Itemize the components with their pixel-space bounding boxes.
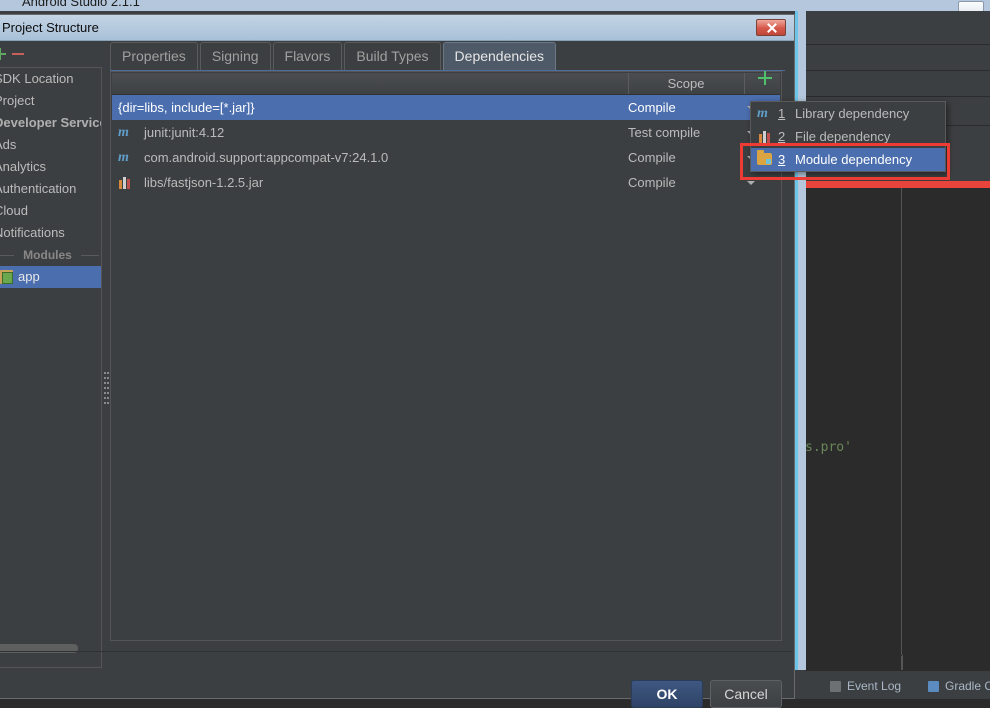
dialog-title: Project Structure — [2, 20, 99, 35]
event-log-label[interactable]: Event Log — [847, 679, 901, 693]
ide-title: Android Studio 2.1.1 — [22, 0, 140, 9]
menu-item-mnemonic: 1 — [778, 106, 786, 121]
menu-item-module-dependency[interactable]: 3 Module dependency — [751, 148, 945, 171]
menu-item-file-dependency[interactable]: 2 File dependency — [751, 125, 945, 148]
menu-item-mnemonic: 2 — [778, 129, 786, 144]
dependency-scope-value: Compile — [628, 150, 676, 165]
plus-icon[interactable] — [0, 48, 6, 60]
dialog-title-bar: Project Structure — [0, 15, 794, 41]
dependency-scope-value: Compile — [628, 100, 676, 115]
sidebar-group-modules: Modules — [0, 244, 101, 266]
tab-dependencies[interactable]: Dependencies — [442, 42, 557, 70]
tab-flavors[interactable]: Flavors — [272, 42, 343, 70]
gradle-console-icon — [928, 681, 939, 692]
dependencies-table: Scope {dir=libs, include=[*.jar]} Compil… — [110, 71, 782, 641]
project-structure-dialog: Project Structure SDK Location Project D… — [0, 14, 795, 708]
menu-item-library-dependency[interactable]: m 1 Library dependency — [751, 102, 945, 125]
dependency-name: {dir=libs, include=[*.jar]} — [112, 95, 628, 120]
table-header-row: Scope — [112, 71, 781, 95]
menu-item-mnemonic: 3 — [778, 152, 786, 167]
table-row[interactable]: m com.android.support:appcompat-v7:24.1.… — [112, 145, 780, 170]
sidebar-item-project[interactable]: Project — [0, 90, 101, 112]
maven-icon: m — [118, 150, 129, 165]
plus-icon — [758, 71, 772, 85]
tab-signing[interactable]: Signing — [199, 42, 271, 70]
close-icon[interactable] — [756, 19, 786, 36]
sidebar-item-cloud[interactable]: Cloud — [0, 200, 101, 222]
dependency-name-cell: m junit:junit:4.12 — [112, 120, 628, 145]
sidebar-list: SDK Location Project Developer Services … — [0, 68, 101, 648]
sidebar-item-app-module[interactable]: app — [0, 266, 101, 288]
library-icon — [757, 129, 773, 144]
ide-status-bar: Event Log Gradle C — [805, 670, 990, 699]
sidebar-item-sdk-location[interactable]: SDK Location — [0, 68, 101, 90]
dialog-content: Properties Signing Flavors Build Types D… — [110, 41, 792, 698]
tab-properties[interactable]: Properties — [110, 42, 198, 70]
ide-tab-strip-2 — [805, 71, 990, 97]
minus-icon[interactable] — [12, 53, 24, 55]
ide-toolbar — [805, 11, 990, 45]
ide-panel-divider — [902, 655, 903, 671]
dependency-scope-cell[interactable]: Compile — [628, 170, 780, 195]
table-row[interactable]: libs/fastjson-1.2.5.jar Compile — [112, 170, 780, 195]
sidebar-item-analytics[interactable]: Analytics — [0, 156, 101, 178]
tab-build-types[interactable]: Build Types — [344, 42, 441, 70]
dependency-name-cell: libs/fastjson-1.2.5.jar — [112, 170, 628, 195]
sidebar-item-ads[interactable]: Ads — [0, 134, 101, 156]
column-header-scope[interactable]: Scope — [628, 73, 743, 94]
chevron-down-icon[interactable] — [747, 181, 755, 185]
dependency-name: junit:junit:4.12 — [144, 125, 225, 140]
menu-item-label: Library dependency — [795, 106, 910, 121]
splitter-grip-icon — [104, 372, 109, 408]
library-icon — [118, 175, 133, 190]
sidebar-toolbar — [0, 41, 102, 67]
dependency-scope-value: Test compile — [628, 125, 701, 140]
dependency-name: com.android.support:appcompat-v7:24.1.0 — [144, 150, 389, 165]
dialog-splitter[interactable] — [103, 67, 110, 668]
column-header-name[interactable] — [112, 73, 627, 94]
menu-item-label: Module dependency — [795, 152, 913, 167]
sidebar-item-notifications[interactable]: Notifications — [0, 222, 101, 244]
menu-item-label: File dependency — [795, 129, 891, 144]
sidebar-item-developer-services[interactable]: Developer Services — [0, 112, 101, 134]
android-module-icon — [0, 270, 13, 284]
add-dependency-button[interactable] — [744, 71, 781, 94]
maven-icon: m — [118, 125, 129, 140]
ide-tab-strip — [805, 45, 990, 71]
table-row[interactable]: m junit:junit:4.12 Test compile — [112, 120, 780, 145]
footer-divider — [0, 651, 792, 652]
add-dependency-menu: m 1 Library dependency 2 File dependency… — [750, 101, 946, 172]
dependency-name: libs/fastjson-1.2.5.jar — [144, 175, 264, 190]
ide-tool-window-splitter — [805, 655, 990, 656]
minimize-icon[interactable] — [958, 1, 984, 11]
ok-button[interactable]: OK — [631, 680, 703, 708]
dependency-scope-value: Compile — [628, 175, 676, 190]
ide-title-bar: Android Studio 2.1.1 — [0, 0, 990, 11]
table-row[interactable]: {dir=libs, include=[*.jar]} Compile — [112, 95, 780, 120]
editor-code-text: s.pro' — [805, 440, 852, 455]
module-folder-icon — [757, 150, 772, 165]
sidebar-item-app-label: app — [18, 269, 40, 284]
dialog-body: SDK Location Project Developer Services … — [0, 41, 794, 708]
ide-error-stripe — [806, 181, 990, 188]
dependency-name-cell: m com.android.support:appcompat-v7:24.1.… — [112, 145, 628, 170]
sidebar-item-authentication[interactable]: Authentication — [0, 178, 101, 200]
maven-icon: m — [757, 106, 768, 121]
tab-bar: Properties Signing Flavors Build Types D… — [110, 42, 558, 72]
ide-editor[interactable]: s.pro' — [805, 188, 990, 670]
table-body: {dir=libs, include=[*.jar]} Compile m ju… — [112, 95, 780, 640]
sidebar-panel: SDK Location Project Developer Services … — [0, 67, 102, 668]
cancel-button[interactable]: Cancel — [710, 680, 782, 708]
editor-guide-line — [901, 188, 902, 670]
gradle-console-label[interactable]: Gradle C — [945, 679, 990, 693]
event-log-icon — [830, 681, 841, 692]
